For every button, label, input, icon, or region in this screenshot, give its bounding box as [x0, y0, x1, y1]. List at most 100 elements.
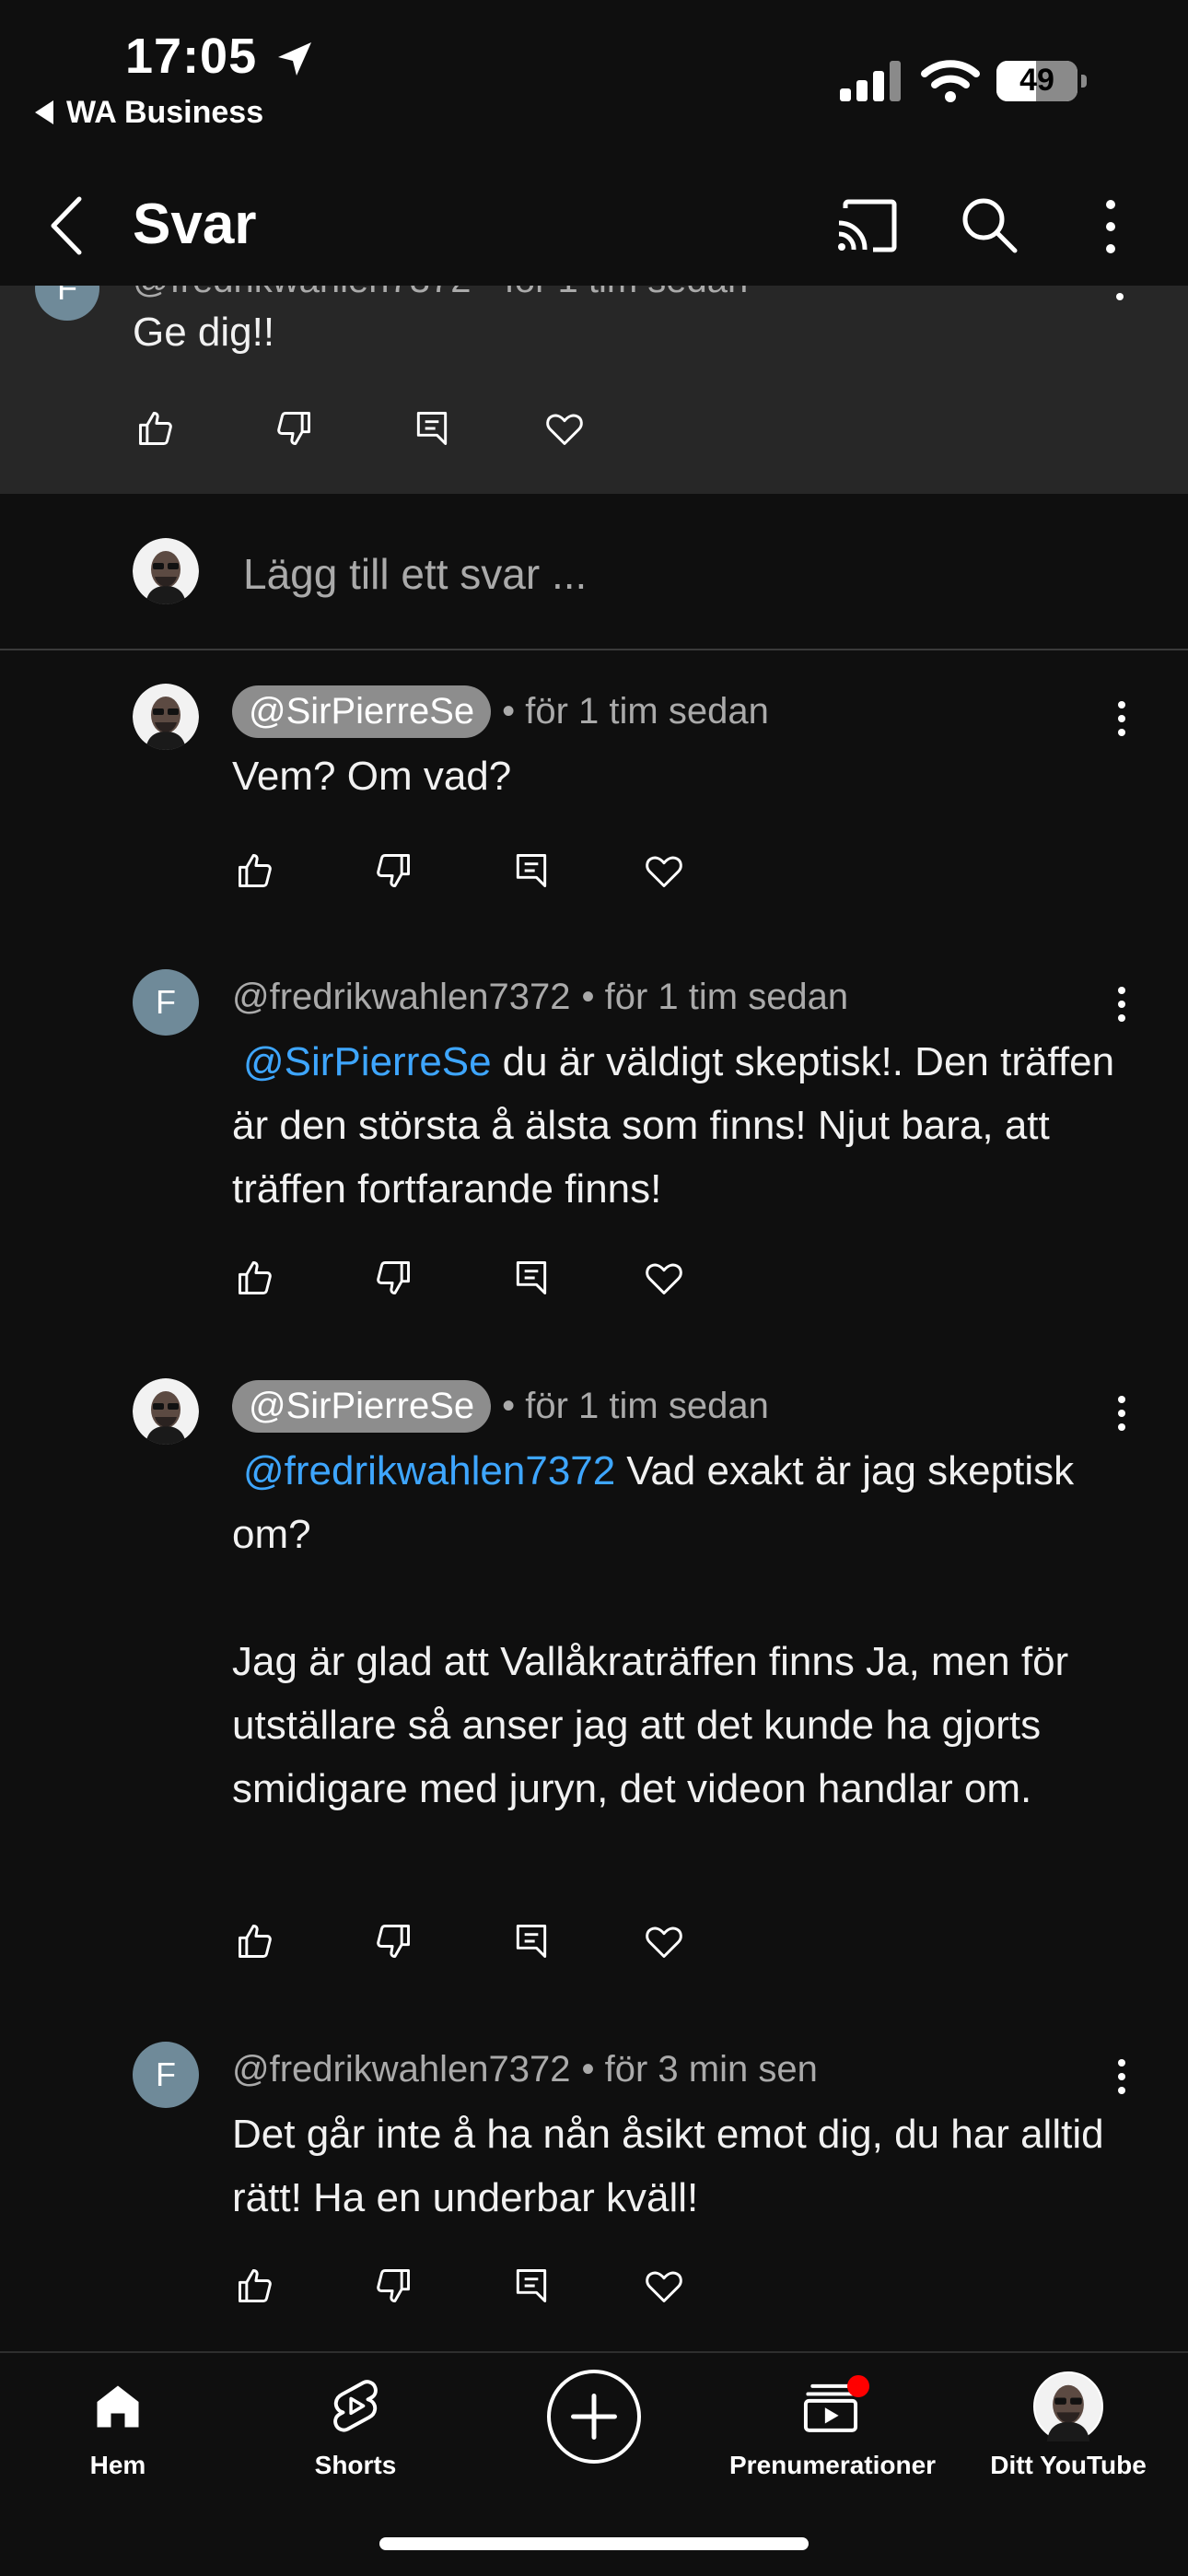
nav-subscriptions-label: Prenumerationer	[729, 2451, 937, 2479]
cellular-signal-icon	[840, 61, 901, 101]
thumbs-up-icon	[239, 1261, 272, 1294]
dislike-button[interactable]	[370, 848, 416, 894]
mention-link[interactable]: @SirPierreSe	[232, 1039, 503, 1084]
reply-comment-icon	[516, 1261, 547, 1294]
comment-time: • för 3 min sen	[581, 2048, 818, 2090]
back-triangle-icon	[35, 100, 53, 124]
avatar[interactable]: F	[35, 286, 99, 321]
heart-icon	[546, 414, 583, 445]
comment-more-icon[interactable]	[1111, 286, 1129, 304]
mention-link[interactable]: @fredrikwahlen7372	[232, 1448, 626, 1493]
reply-input[interactable]	[243, 542, 980, 606]
comment-actions	[232, 1918, 779, 1964]
highlighted-comment: F @fredrikwahlen7372 • för 1 tim sedan G…	[0, 286, 1188, 494]
thumbs-down-icon	[277, 412, 310, 445]
heart-icon	[646, 1926, 682, 1958]
author-name[interactable]: @fredrikwahlen7372	[232, 977, 570, 1018]
heart-icon	[646, 1263, 682, 1294]
nav-shorts-label: Shorts	[314, 2451, 397, 2479]
heart-button[interactable]	[641, 2263, 687, 2309]
reply-button[interactable]	[508, 1918, 554, 1964]
comment-more-icon[interactable]	[1112, 2058, 1131, 2095]
comment-time: • för 1 tim sedan	[581, 976, 849, 1017]
comment-header: @SirPierreSe • för 1 tim sedan	[232, 1378, 769, 1434]
heart-button[interactable]	[641, 1255, 687, 1301]
thumbs-up-icon	[139, 412, 172, 445]
like-button[interactable]	[133, 405, 179, 451]
comment-text: @fredrikwahlen7372 Vad exakt är jag skept…	[232, 1439, 1135, 1821]
notification-dot	[847, 2375, 869, 2397]
comment-actions	[232, 848, 779, 894]
comment-header: @fredrikwahlen7372 • för 1 tim sedan	[133, 286, 748, 301]
location-arrow-icon	[278, 42, 311, 76]
nav-home-label: Hem	[89, 2451, 146, 2479]
reply-comment-icon	[416, 412, 448, 445]
more-options-icon[interactable]	[1098, 199, 1124, 254]
comment-more-icon[interactable]	[1112, 1395, 1131, 1432]
comment-more-icon[interactable]	[1112, 986, 1131, 1023]
heart-button[interactable]	[542, 405, 588, 451]
add-reply-row	[0, 494, 1188, 650]
back-app-label: WA Business	[66, 95, 264, 130]
avatar[interactable]	[133, 538, 199, 604]
author-badge[interactable]: @SirPierreSe	[232, 685, 492, 738]
comment-text: Ge dig!!	[133, 310, 275, 355]
comment-text: Vem? Om vad?	[232, 744, 1135, 808]
home-indicator[interactable]	[379, 2537, 809, 2550]
thumbs-up-icon	[239, 2269, 272, 2302]
cast-icon[interactable]	[836, 199, 897, 252]
comment-time: • för 1 tim sedan	[502, 690, 769, 732]
comment-actions	[133, 405, 680, 451]
shorts-icon	[333, 2380, 378, 2432]
battery-indicator: 49	[996, 61, 1089, 101]
thumbs-down-icon	[377, 854, 410, 887]
like-button[interactable]	[232, 1255, 278, 1301]
plus-icon	[571, 2394, 617, 2440]
nav-you[interactable]: Ditt YouTube	[967, 2371, 1170, 2480]
like-button[interactable]	[232, 2263, 278, 2309]
author-badge[interactable]: @SirPierreSe	[232, 1379, 492, 1433]
home-icon	[97, 2385, 139, 2428]
avatar[interactable]	[133, 684, 199, 750]
back-arrow-icon[interactable]	[44, 193, 90, 258]
battery-percent: 49	[1019, 63, 1054, 98]
avatar[interactable]: F	[133, 969, 199, 1036]
avatar[interactable]	[133, 1378, 199, 1445]
dislike-button[interactable]	[370, 2263, 416, 2309]
like-button[interactable]	[232, 848, 278, 894]
comment-body: Det går inte å ha nån åsikt emot dig, du…	[232, 2112, 1127, 2220]
back-to-app-link[interactable]: WA Business	[35, 95, 263, 131]
page-title: Svar	[133, 193, 257, 256]
dislike-button[interactable]	[370, 1918, 416, 1964]
reply-button[interactable]	[508, 848, 554, 894]
nav-you-label: Ditt YouTube	[990, 2451, 1147, 2479]
reply-button[interactable]	[508, 1255, 554, 1301]
wifi-icon	[921, 60, 980, 102]
search-icon[interactable]	[960, 195, 1019, 254]
avatar	[1033, 2371, 1103, 2441]
reply-button[interactable]	[508, 2263, 554, 2309]
status-time: 17:05	[125, 29, 258, 84]
dislike-button[interactable]	[370, 1255, 416, 1301]
comment-body: Vad exakt är jag skeptisk om? Jag är gla…	[232, 1448, 1075, 1811]
comment-header: @fredrikwahlen7372 • för 1 tim sedan	[232, 969, 848, 1025]
comment-text: Det går inte å ha nån åsikt emot dig, du…	[232, 2102, 1135, 2230]
nav-home[interactable]: Hem	[17, 2371, 219, 2480]
comment-more-icon[interactable]	[1112, 700, 1131, 737]
comment-time: • för 1 tim sedan	[502, 1385, 769, 1426]
reply-comment-icon	[516, 1925, 547, 1958]
dislike-button[interactable]	[271, 405, 317, 451]
avatar[interactable]: F	[133, 2042, 199, 2108]
heart-button[interactable]	[641, 848, 687, 894]
app-header: Svar	[0, 166, 1188, 286]
create-button[interactable]	[547, 2370, 641, 2464]
heart-button[interactable]	[641, 1918, 687, 1964]
nav-shorts[interactable]: Shorts	[254, 2371, 457, 2480]
nav-subscriptions[interactable]: Prenumerationer	[729, 2371, 937, 2480]
heart-icon	[646, 2271, 682, 2302]
thumbs-up-icon	[239, 854, 272, 887]
author-name[interactable]: @fredrikwahlen7372	[232, 2049, 570, 2090]
comment-actions	[232, 1255, 779, 1301]
reply-button[interactable]	[409, 405, 455, 451]
like-button[interactable]	[232, 1918, 278, 1964]
